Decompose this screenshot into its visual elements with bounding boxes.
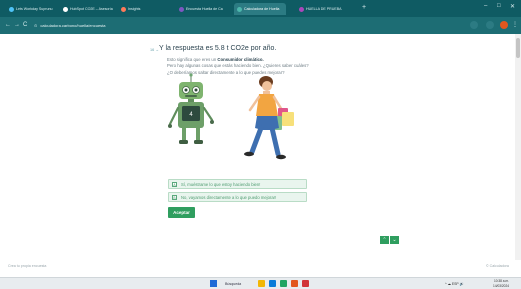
tab-label: HubSpot CO2E – Asesoría	[70, 7, 113, 11]
tab-label: Insights	[128, 7, 141, 11]
scrollbar-thumb[interactable]	[516, 38, 520, 58]
tab-favicon-icon	[179, 6, 184, 12]
lock-icon: ⊙	[34, 23, 38, 28]
browser-tab[interactable]: Insights	[118, 3, 174, 15]
previous-question-button[interactable]: ⌃	[380, 236, 389, 244]
reload-button[interactable]: C	[23, 21, 27, 29]
answer-option-a[interactable]: A Sí, muéstrame lo que estoy haciendo bi…	[168, 179, 307, 189]
office-icon[interactable]	[291, 280, 298, 287]
robot-and-shopper-illustration: 4	[168, 73, 294, 160]
back-button[interactable]: ←	[5, 21, 11, 29]
shopper-illustration	[244, 76, 294, 160]
accept-button[interactable]: Aceptar	[168, 207, 195, 218]
taskbar-search[interactable]: Búsqueda	[220, 280, 241, 288]
question-number: 16 →	[150, 48, 160, 52]
chrome-icon[interactable]	[280, 280, 287, 287]
tab-favicon-icon	[121, 6, 126, 12]
description-text: Esto significa que eres un	[167, 57, 218, 62]
footer-link[interactable]: Crea tu propia encuesta	[8, 264, 46, 268]
browser-tab[interactable]: Lets Workday Suprunu	[6, 3, 58, 15]
question-navigation: ⌃ ⌄	[380, 236, 399, 244]
question-title: Y la respuesta es 5.8 t CO2e por año.	[159, 45, 277, 52]
maximize-button[interactable]: □	[497, 3, 501, 9]
url-field[interactable]: ⊙ calculadora.carbono/huella/encuesta	[34, 21, 106, 30]
system-tray[interactable]: ^ ☁ ESP 🔊	[445, 280, 464, 288]
url-text: calculadora.carbono/huella/encuesta	[40, 23, 106, 28]
edge-browser-icon[interactable]	[269, 280, 276, 287]
tab-favicon-icon	[299, 6, 304, 12]
browser-tab-strip: Lets Workday Suprunu HubSpot CO2E – Ases…	[0, 0, 521, 17]
browser-tab[interactable]: HubSpot CO2E – Asesoría	[60, 3, 116, 15]
file-explorer-icon[interactable]	[258, 280, 265, 287]
tab-favicon-icon	[9, 6, 14, 12]
minimize-button[interactable]: –	[484, 3, 487, 9]
extensions-icon[interactable]	[486, 21, 494, 29]
os-taskbar: Búsqueda ^ ☁ ESP 🔊 10:38 a.m. 14/03/2024	[0, 277, 521, 289]
tab-favicon-icon	[237, 6, 242, 12]
option-key-a: A	[172, 181, 177, 187]
tab-label: Encuesta Huella de Ca	[186, 7, 223, 11]
tab-label: HUELLA DE PRUEBA	[306, 7, 342, 11]
robot-illustration: 4	[168, 73, 214, 144]
browser-tab[interactable]: Encuesta Huella de Ca	[176, 3, 232, 15]
bookmark-star-icon[interactable]	[470, 21, 478, 29]
page-scrollbar[interactable]	[515, 34, 521, 260]
mail-icon[interactable]	[302, 280, 309, 287]
description-bold: Consumidor climático.	[217, 57, 264, 62]
option-label: No, vayamos directamente a lo que puedo …	[181, 194, 277, 200]
close-window-button[interactable]: ✕	[510, 3, 515, 10]
browser-tab-active[interactable]: Calculadora de Huella	[234, 3, 286, 15]
footer-brand: © Calculadora	[486, 264, 509, 268]
next-question-button[interactable]: ⌄	[390, 236, 399, 244]
windows-start-icon[interactable]	[210, 280, 217, 287]
option-key-b: B	[172, 194, 177, 200]
tab-label: Lets Workday Suprunu	[16, 7, 53, 11]
clock-date: 14/03/2024	[493, 283, 509, 288]
taskbar-clock[interactable]: 10:38 a.m. 14/03/2024	[487, 279, 509, 288]
browser-menu-icon[interactable]: ⋮	[512, 21, 518, 29]
option-label: Sí, muéstrame lo que estoy haciendo bien…	[181, 181, 261, 187]
new-tab-button[interactable]: +	[362, 3, 366, 13]
profile-avatar[interactable]	[500, 21, 508, 29]
forward-button[interactable]: →	[14, 21, 20, 29]
address-bar: ← → C ⊙ calculadora.carbono/huella/encues…	[0, 17, 521, 34]
answer-option-b[interactable]: B No, vayamos directamente a lo que pued…	[168, 192, 307, 202]
tab-favicon-icon	[63, 6, 68, 12]
tab-label: Calculadora de Huella	[244, 7, 280, 11]
browser-tab[interactable]: HUELLA DE PRUEBA	[296, 3, 356, 15]
